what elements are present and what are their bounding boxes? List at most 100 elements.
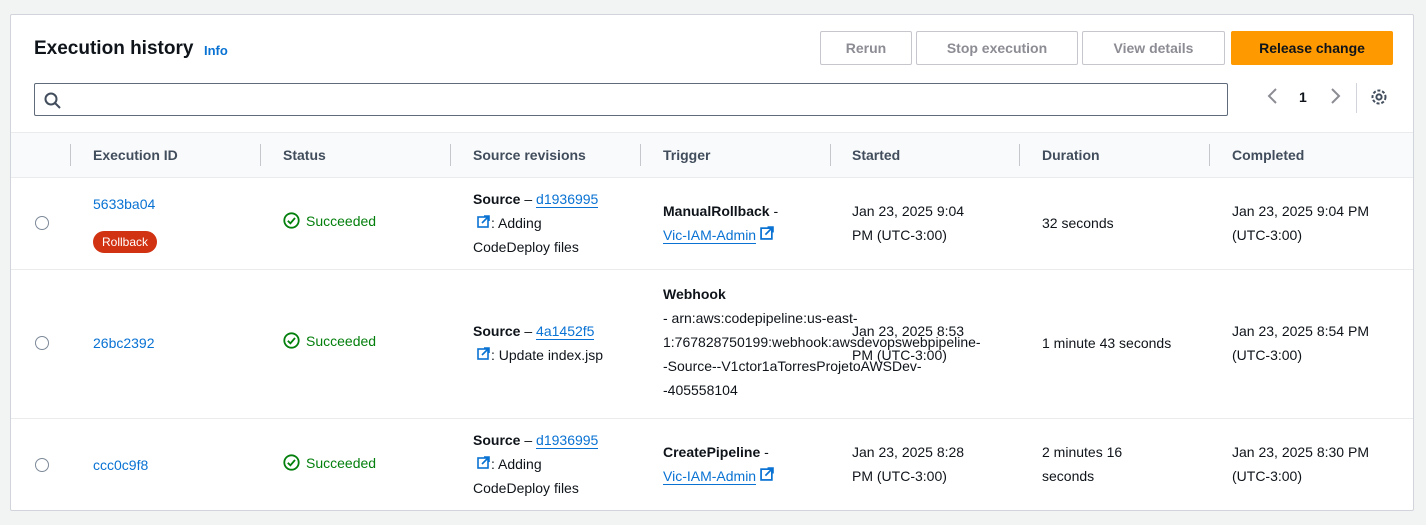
column-separator — [260, 144, 261, 166]
column-execution-id[interactable]: Execution ID — [93, 147, 178, 163]
completed-time: (UTC-3:00) — [1232, 227, 1303, 243]
duration-cell: 1 minute 43 seconds — [1042, 335, 1172, 351]
row-select-radio[interactable] — [35, 336, 49, 350]
trigger-user-link[interactable]: Vic-IAM-Admin — [663, 227, 757, 244]
source-separator: – — [520, 191, 537, 207]
started-cell: Jan 23, 2025 8:53 PM (UTC-3:00) — [852, 319, 964, 367]
completed-cell: Jan 23, 2025 9:04 PM (UTC-3:00) — [1232, 199, 1369, 247]
started-date: Jan 23, 2025 8:53 — [852, 323, 965, 339]
commit-message-line: : Adding — [473, 452, 598, 476]
external-link-icon[interactable] — [477, 347, 490, 360]
duration-cell: 2 minutes 16 seconds — [1042, 440, 1122, 488]
column-separator — [70, 144, 71, 166]
source-revision-cell: Source – 4a1452f5 : Update index.jsp — [473, 319, 603, 367]
prev-page-button[interactable] — [1266, 87, 1280, 108]
status-text: Succeeded — [306, 212, 377, 229]
started-date: Jan 23, 2025 9:04 — [852, 203, 965, 219]
check-circle-icon — [283, 212, 300, 229]
execution-id-link[interactable]: 5633ba04 — [93, 192, 155, 216]
trigger-user-line: Vic-IAM-Admin — [663, 464, 774, 488]
stop-execution-button[interactable]: Stop execution — [916, 31, 1078, 65]
table-row: 26bc2392 Succeeded Source – 4a1452f5 : U… — [11, 270, 1413, 419]
revision-link[interactable]: d1936995 — [536, 432, 599, 449]
status-badge: Succeeded — [283, 454, 376, 471]
completed-date: Jan 23, 2025 8:54 PM — [1232, 323, 1369, 339]
trigger-user-link[interactable]: Vic-IAM-Admin — [663, 468, 757, 485]
trigger-type: CreatePipeline — [663, 444, 761, 460]
trigger-cell: CreatePipeline - Vic-IAM-Admin — [663, 440, 774, 488]
duration-cell: 32 seconds — [1042, 215, 1114, 231]
search-icon — [44, 92, 61, 109]
commit-message: : Adding — [491, 456, 542, 472]
source-revision-line: Source – 4a1452f5 — [473, 319, 603, 343]
column-separator — [830, 144, 831, 166]
execution-history-panel: Execution history Info Rerun Stop execut… — [10, 14, 1414, 511]
column-separator — [450, 144, 451, 166]
column-duration[interactable]: Duration — [1042, 147, 1100, 163]
view-details-button[interactable]: View details — [1082, 31, 1225, 65]
release-change-button[interactable]: Release change — [1231, 31, 1393, 65]
rollback-badge: Rollback — [93, 231, 158, 253]
external-link-icon[interactable] — [760, 467, 774, 481]
status-text: Succeeded — [306, 454, 377, 471]
completed-time: (UTC-3:00) — [1232, 347, 1303, 363]
trigger-cell: ManualRollback - Vic-IAM-Admin — [663, 199, 778, 247]
external-link-icon[interactable] — [760, 226, 774, 240]
search-input[interactable] — [34, 83, 1228, 116]
status-badge: Succeeded — [283, 332, 376, 349]
column-source-revisions[interactable]: Source revisions — [473, 147, 586, 163]
source-revision-line: Source – d1936995 — [473, 187, 599, 211]
page-number-1[interactable]: 1 — [1299, 89, 1307, 105]
duration-line: seconds — [1042, 468, 1095, 484]
trigger-user-line: Vic-IAM-Admin — [663, 223, 778, 247]
trigger-type: Webhook — [663, 286, 726, 302]
column-started[interactable]: Started — [852, 147, 900, 163]
trigger-arn-4: -405558104 — [663, 382, 738, 398]
completed-date: Jan 23, 2025 8:30 PM — [1232, 444, 1369, 460]
chevron-left-icon — [1267, 88, 1277, 104]
row-select-radio[interactable] — [35, 458, 49, 472]
check-circle-icon — [283, 332, 300, 349]
column-separator — [640, 144, 641, 166]
check-circle-icon — [283, 454, 300, 471]
preferences-button[interactable] — [1369, 87, 1389, 110]
source-separator: – — [520, 432, 537, 448]
source-label: Source — [473, 432, 521, 448]
status-badge: Succeeded — [283, 212, 376, 229]
completed-time: (UTC-3:00) — [1232, 468, 1303, 484]
source-revision-cell: Source – d1936995 : Adding CodeDeploy fi… — [473, 187, 599, 259]
row-select-radio[interactable] — [35, 216, 49, 230]
revision-link[interactable]: 4a1452f5 — [536, 323, 595, 340]
status-text: Succeeded — [306, 332, 377, 349]
external-link-icon[interactable] — [477, 215, 490, 228]
revision-link[interactable]: d1936995 — [536, 191, 599, 208]
execution-id-link[interactable]: ccc0c9f8 — [93, 453, 148, 477]
chevron-right-icon — [1331, 88, 1341, 104]
column-separator — [1019, 144, 1020, 166]
info-link[interactable]: Info — [204, 43, 228, 58]
trigger-separator: - — [769, 203, 779, 219]
external-link-icon[interactable] — [477, 456, 490, 469]
completed-date: Jan 23, 2025 9:04 PM — [1232, 203, 1369, 219]
commit-message-line: : Adding — [473, 211, 598, 235]
commit-message: : Update index.jsp — [491, 347, 604, 363]
source-separator: – — [520, 323, 537, 339]
started-time: PM (UTC-3:00) — [852, 468, 947, 484]
trigger-line: ManualRollback - — [663, 199, 778, 223]
started-time: PM (UTC-3:00) — [852, 227, 947, 243]
table-row: ccc0c9f8 Succeeded Source – d1936995 : A… — [11, 419, 1413, 510]
started-date: Jan 23, 2025 8:28 — [852, 444, 965, 460]
column-completed[interactable]: Completed — [1232, 147, 1304, 163]
duration-line: 2 minutes 16 — [1042, 444, 1123, 460]
source-revision-cell: Source – d1936995 : Adding CodeDeploy fi… — [473, 428, 599, 500]
rerun-button[interactable]: Rerun — [820, 31, 912, 65]
column-status[interactable]: Status — [283, 147, 326, 163]
column-trigger[interactable]: Trigger — [663, 147, 710, 163]
table-header: Execution ID Status Source revisions Tri… — [11, 132, 1413, 178]
commit-message-cont: CodeDeploy files — [473, 480, 579, 496]
next-page-button[interactable] — [1328, 87, 1342, 108]
table-row: 5633ba04 Rollback Succeeded Source – d19… — [11, 177, 1413, 270]
trigger-type: ManualRollback — [663, 203, 770, 219]
started-cell: Jan 23, 2025 8:28 PM (UTC-3:00) — [852, 440, 964, 488]
execution-id-link[interactable]: 26bc2392 — [93, 331, 155, 355]
